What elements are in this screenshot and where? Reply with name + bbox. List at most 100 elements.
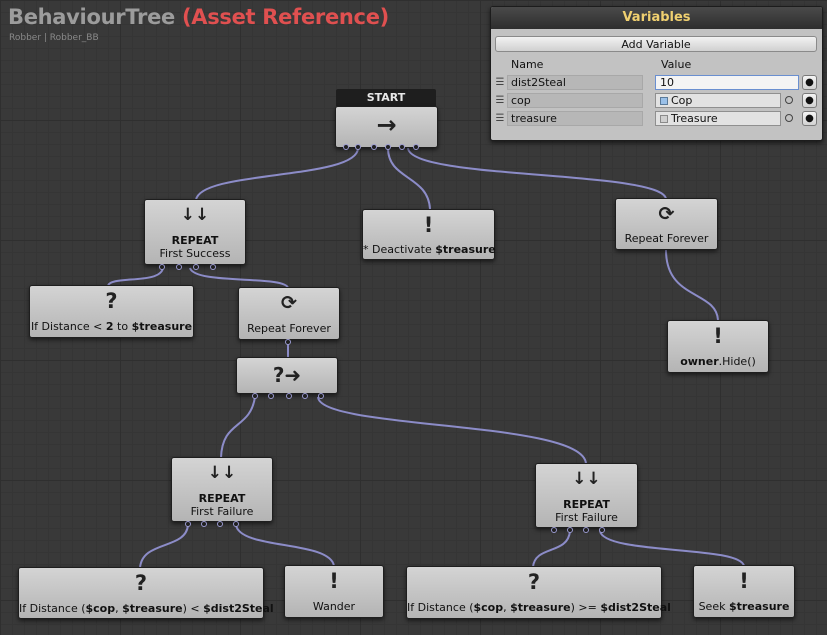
selector-icon: ?➜ bbox=[272, 363, 302, 387]
output-port[interactable] bbox=[268, 393, 274, 399]
output-port[interactable] bbox=[252, 393, 258, 399]
distance-condition-node[interactable]: ? If Distance < 2 to $treasure bbox=[29, 285, 194, 338]
node-title: REPEAT bbox=[563, 498, 610, 511]
condition-value: 2 bbox=[105, 320, 114, 333]
node-subtitle: First Failure bbox=[190, 505, 254, 518]
variables-panel: Variables Add Variable Name Value ☰ dist… bbox=[490, 6, 823, 141]
wire-right-to-seek bbox=[599, 530, 745, 567]
variable-name-field[interactable]: dist2Steal bbox=[507, 75, 643, 90]
gameobject-icon bbox=[660, 97, 668, 105]
owner-ref: owner bbox=[680, 355, 719, 368]
repeat-first-failure-node[interactable]: ↓↓ REPEAT First Failure bbox=[171, 457, 273, 522]
node-subtitle: First Failure bbox=[555, 511, 618, 524]
wire-repeat-to-condition bbox=[107, 267, 164, 287]
condition-icon: ? bbox=[105, 289, 118, 313]
action-icon: ! bbox=[329, 569, 339, 593]
output-port[interactable] bbox=[599, 527, 605, 533]
seek-action-node[interactable]: ! Seek $treasure bbox=[693, 565, 795, 618]
output-port[interactable] bbox=[343, 144, 349, 150]
output-port[interactable] bbox=[159, 264, 165, 270]
wire-start-to-repeat-forever bbox=[407, 147, 667, 200]
deactivate-action-node[interactable]: ! * Deactivate $treasure bbox=[362, 209, 496, 260]
repeat-decorator-icon: ↓↓ bbox=[180, 205, 210, 225]
variable-ref: $cop bbox=[85, 602, 116, 615]
wire-left-to-wander bbox=[235, 524, 335, 567]
condition-operator: ) >= bbox=[570, 601, 601, 614]
column-header-value: Value bbox=[661, 58, 692, 71]
output-port[interactable] bbox=[399, 144, 405, 150]
start-label: START bbox=[336, 89, 436, 106]
distance-less-condition-node[interactable]: ? If Distance ($cop, $treasure) < $dist2… bbox=[18, 567, 274, 619]
output-port[interactable] bbox=[210, 264, 216, 270]
selector-node[interactable]: ?➜ bbox=[236, 357, 338, 394]
output-port[interactable] bbox=[318, 393, 324, 399]
variable-options-button[interactable]: ● bbox=[802, 93, 817, 108]
action-text: Seek bbox=[698, 600, 729, 613]
object-picker-icon[interactable] bbox=[785, 114, 793, 122]
output-port[interactable] bbox=[583, 527, 589, 533]
repeat-forever-node[interactable]: ⟳ Repeat Forever bbox=[238, 287, 340, 340]
output-port[interactable] bbox=[286, 393, 292, 399]
variable-name-field[interactable]: treasure bbox=[507, 111, 643, 126]
output-port[interactable] bbox=[217, 521, 223, 527]
variable-value-field[interactable]: 10 bbox=[655, 75, 799, 90]
output-port[interactable] bbox=[371, 144, 377, 150]
graph-title-main: BehaviourTree bbox=[8, 5, 175, 29]
output-port[interactable] bbox=[302, 393, 308, 399]
output-port[interactable] bbox=[233, 521, 239, 527]
repeat-forever-node[interactable]: ⟳ Repeat Forever bbox=[615, 198, 718, 250]
node-subtitle: First Success bbox=[159, 247, 231, 260]
condition-operator: ) < bbox=[182, 602, 204, 615]
node-label: Wander bbox=[312, 600, 356, 613]
arrow-right-icon: → bbox=[376, 111, 397, 139]
output-port[interactable] bbox=[185, 521, 191, 527]
variable-options-button[interactable]: ● bbox=[802, 111, 817, 126]
variable-ref: $treasure bbox=[510, 601, 571, 614]
output-port[interactable] bbox=[193, 264, 199, 270]
variable-ref: $treasure bbox=[122, 602, 183, 615]
wander-action-node[interactable]: ! Wander bbox=[284, 565, 384, 618]
node-title: REPEAT bbox=[171, 234, 219, 247]
output-port[interactable] bbox=[355, 144, 361, 150]
wire-forever-to-owner bbox=[665, 249, 719, 321]
output-port[interactable] bbox=[385, 144, 391, 150]
output-port[interactable] bbox=[176, 264, 182, 270]
condition-text: to bbox=[113, 320, 132, 333]
variable-object-field[interactable]: Treasure bbox=[655, 111, 781, 126]
output-port[interactable] bbox=[551, 527, 557, 533]
variable-name-field[interactable]: cop bbox=[507, 93, 643, 108]
wire-left-to-cond-less bbox=[139, 524, 189, 569]
variable-ref: $treasure bbox=[131, 320, 193, 333]
start-node[interactable]: → bbox=[335, 106, 438, 148]
object-picker-icon[interactable] bbox=[785, 96, 793, 104]
output-port[interactable] bbox=[567, 527, 573, 533]
wire-right-to-cond-geq bbox=[532, 530, 571, 568]
output-port[interactable] bbox=[413, 144, 419, 150]
asset-reference-label: (Asset Reference) bbox=[181, 5, 389, 29]
variable-object-field[interactable]: Cop bbox=[655, 93, 781, 108]
add-variable-button[interactable]: Add Variable bbox=[495, 36, 817, 52]
variable-row: ☰ dist2Steal 10 ● bbox=[495, 75, 819, 91]
variable-options-button[interactable]: ● bbox=[802, 75, 817, 90]
drag-handle-icon[interactable]: ☰ bbox=[495, 94, 505, 108]
drag-handle-icon[interactable]: ☰ bbox=[495, 76, 505, 90]
variables-panel-title: Variables bbox=[491, 7, 822, 29]
variable-row: ☰ treasure Treasure ● bbox=[495, 111, 819, 127]
output-port[interactable] bbox=[201, 521, 207, 527]
variable-row: ☰ cop Cop ● bbox=[495, 93, 819, 109]
repeat-first-success-node[interactable]: ↓↓ REPEAT First Success bbox=[144, 199, 246, 265]
distance-geq-condition-node[interactable]: ? If Distance ($cop, $treasure) >= $dist… bbox=[406, 566, 671, 619]
output-port[interactable] bbox=[285, 339, 291, 345]
wire-repeat-to-repeat-forever bbox=[189, 267, 289, 289]
repeat-decorator-icon: ↓↓ bbox=[207, 463, 237, 483]
action-text: * Deactivate bbox=[363, 243, 436, 256]
repeat-first-failure-node[interactable]: ↓↓ REPEAT First Failure bbox=[535, 463, 638, 528]
action-icon: ! bbox=[423, 213, 434, 237]
variable-ref: $cop bbox=[473, 601, 504, 614]
owner-hide-action-node[interactable]: ! owner.Hide() bbox=[667, 320, 769, 373]
drag-handle-icon[interactable]: ☰ bbox=[495, 112, 505, 126]
condition-icon: ? bbox=[527, 570, 541, 594]
loop-icon: ⟳ bbox=[658, 203, 675, 225]
action-icon: ! bbox=[713, 324, 723, 348]
node-label: Repeat Forever bbox=[247, 322, 331, 335]
